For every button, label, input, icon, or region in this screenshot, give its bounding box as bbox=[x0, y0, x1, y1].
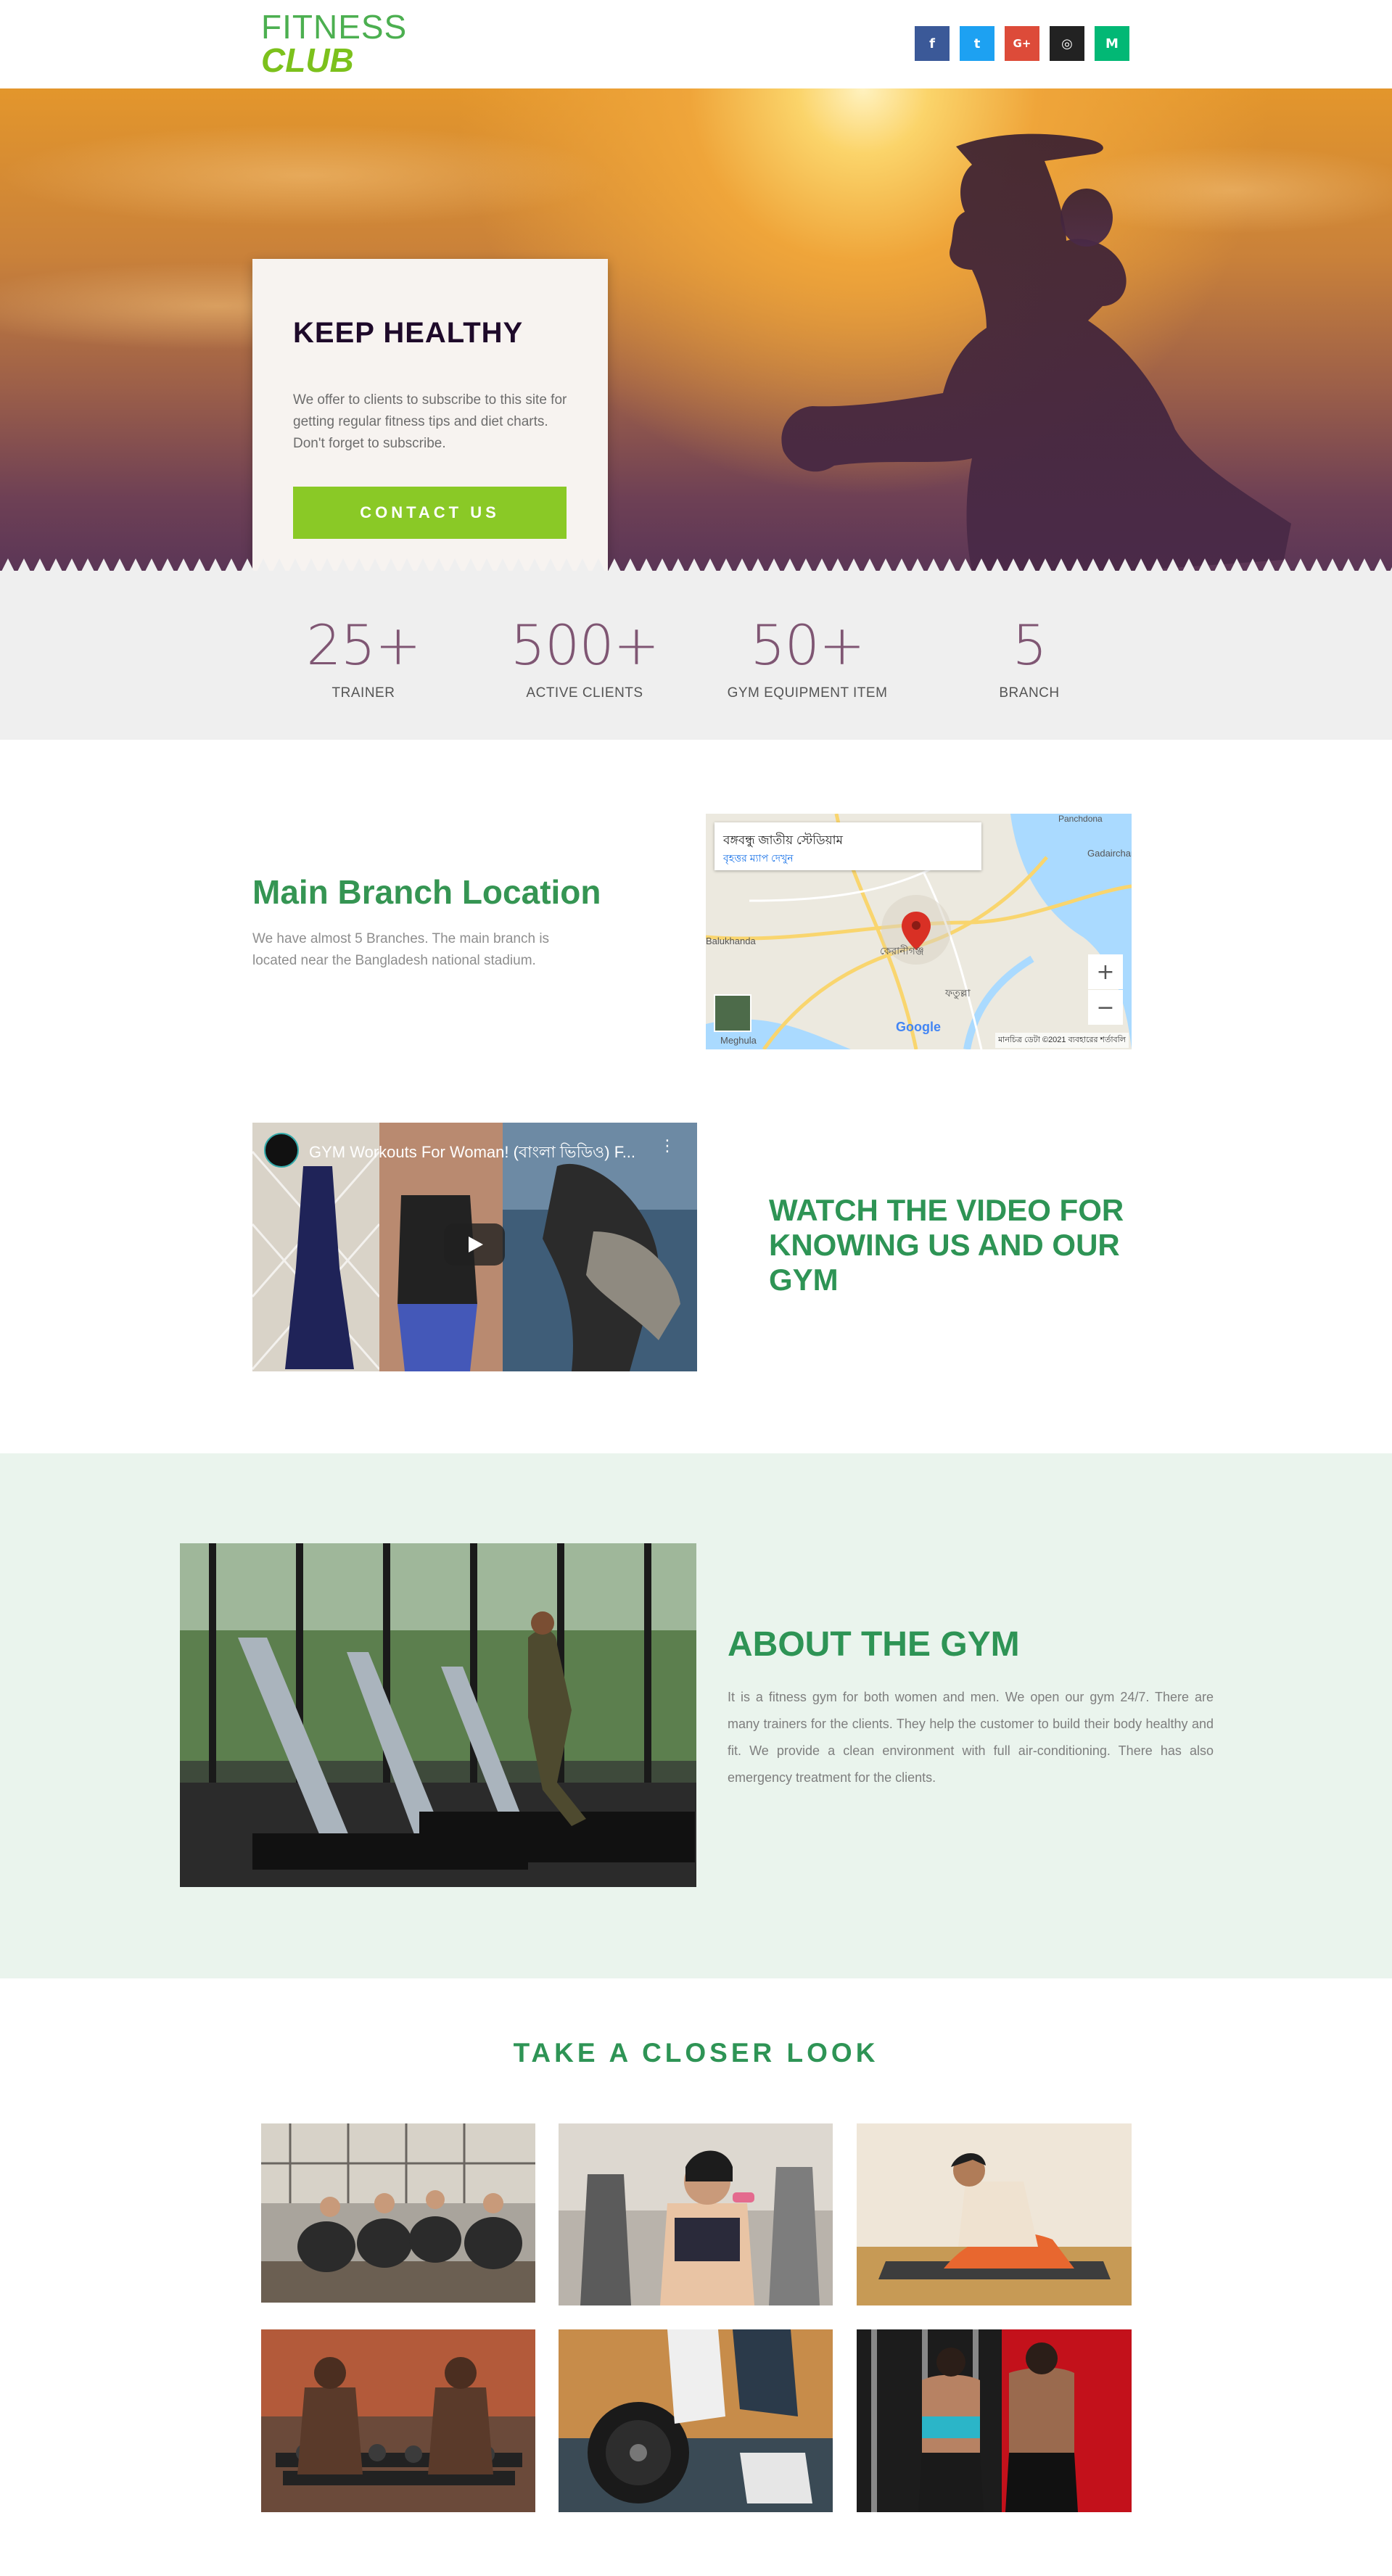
gallery-image-men-dumbbells[interactable] bbox=[261, 2329, 535, 2512]
stat-label: ACTIVE CLIENTS bbox=[526, 685, 643, 701]
google-map[interactable]: বঙ্গবন্ধু জাতীয় স্টেডিয়াম বৃহত্তর ম্যা… bbox=[706, 814, 1132, 1049]
map-label: ফতুল্লা bbox=[945, 987, 971, 999]
about-title: ABOUT THE GYM bbox=[728, 1625, 1020, 1664]
stats-section: 25+ TRAINER 500+ ACTIVE CLIENTS 50+ GYM … bbox=[0, 571, 1392, 740]
stat-label: GYM EQUIPMENT ITEM bbox=[727, 685, 888, 701]
google-plus-icon[interactable]: G+ bbox=[1005, 26, 1039, 61]
medium-icon[interactable]: M bbox=[1095, 26, 1129, 61]
stat-value: 5 bbox=[1012, 613, 1047, 677]
location-text: We have almost 5 Branches. The main bran… bbox=[252, 931, 550, 968]
zoom-in-button[interactable]: + bbox=[1088, 954, 1123, 989]
hero-card: KEEP HEALTHY We offer to clients to subs… bbox=[252, 259, 608, 571]
runner-silhouette-image bbox=[0, 125, 1392, 571]
map-footer[interactable]: মানচিত্র ডেটা ©2021 ব্যবহারের শর্তাবলি bbox=[995, 1033, 1129, 1048]
play-button[interactable] bbox=[444, 1223, 505, 1266]
gallery-image-women-red[interactable] bbox=[857, 2329, 1132, 2512]
stat-active-clients: 500+ ACTIVE CLIENTS bbox=[476, 616, 693, 701]
logo[interactable]: FITNESS CLUB bbox=[261, 10, 407, 77]
hero-text: We offer to clients to subscribe to this… bbox=[293, 392, 567, 451]
gallery-image-dumbbell-woman[interactable] bbox=[559, 2123, 833, 2305]
map-larger-link[interactable]: বৃহত্তর ম্যাপ দেখুন bbox=[723, 850, 794, 867]
google-logo: Google bbox=[896, 1020, 941, 1034]
map-label: Balukhanda bbox=[706, 936, 756, 946]
hero-banner: KEEP HEALTHY We offer to clients to subs… bbox=[0, 88, 1392, 571]
social-links: f t G+ ◎ M bbox=[915, 26, 1129, 61]
logo-line-1: FITNESS bbox=[261, 8, 408, 46]
stat-trainer: 25+ TRAINER bbox=[255, 616, 472, 701]
stat-value: 500+ bbox=[510, 613, 660, 677]
play-icon bbox=[469, 1237, 483, 1252]
video-player[interactable]: GYM Workouts For Woman! (বাংলা ভিডিও) F.… bbox=[252, 1123, 697, 1371]
facebook-icon[interactable]: f bbox=[915, 26, 950, 61]
stat-label: TRAINER bbox=[331, 685, 395, 701]
map-label: Gadairchar bbox=[1087, 848, 1132, 859]
video-headline: WATCH THE VIDEO FOR KNOWING US AND OUR G… bbox=[769, 1193, 1124, 1297]
gallery-image-group-stretch[interactable] bbox=[261, 2123, 535, 2303]
stat-value: 25+ bbox=[306, 613, 421, 677]
map-place-name: বঙ্গবন্ধু জাতীয় স্টেডিয়াম bbox=[723, 833, 843, 847]
about-text: It is a fitness gym for both women and m… bbox=[728, 1690, 1214, 1785]
map-place-card: বঙ্গবন্ধু জাতীয় স্টেডিয়াম বৃহত্তর ম্যা… bbox=[714, 822, 981, 870]
map-label: কেরানীগঞ্জ bbox=[880, 945, 924, 957]
gallery-image-yoga-stretch[interactable] bbox=[857, 2123, 1132, 2305]
contact-us-button[interactable]: CONTACT US bbox=[293, 487, 567, 539]
location-title: Main Branch Location bbox=[252, 873, 601, 911]
map-label: Meghula bbox=[720, 1035, 757, 1046]
zoom-out-button[interactable]: − bbox=[1088, 990, 1123, 1025]
channel-avatar[interactable] bbox=[264, 1133, 299, 1168]
map-label: Panchdona bbox=[1058, 814, 1103, 824]
stat-branch: 5 BRANCH bbox=[921, 616, 1138, 701]
instagram-icon[interactable]: ◎ bbox=[1050, 26, 1084, 61]
logo-line-2: CLUB bbox=[261, 41, 354, 79]
stat-gym-equipment: 50+ GYM EQUIPMENT ITEM bbox=[699, 616, 916, 701]
site-header: FITNESS CLUB f t G+ ◎ M bbox=[0, 0, 1392, 88]
twitter-icon[interactable]: t bbox=[960, 26, 994, 61]
hero-title: KEEP HEALTHY bbox=[293, 317, 524, 349]
video-title[interactable]: GYM Workouts For Woman! (বাংলা ভিডিও) F.… bbox=[309, 1140, 635, 1167]
gallery-image-weight-plate[interactable] bbox=[559, 2329, 833, 2512]
gallery-title: TAKE A CLOSER LOOK bbox=[513, 2038, 879, 2068]
more-options-icon[interactable]: ⋮ bbox=[659, 1137, 675, 1155]
stat-value: 50+ bbox=[750, 613, 865, 677]
stat-label: BRANCH bbox=[999, 685, 1060, 701]
gym-treadmill-image bbox=[180, 1543, 696, 1887]
